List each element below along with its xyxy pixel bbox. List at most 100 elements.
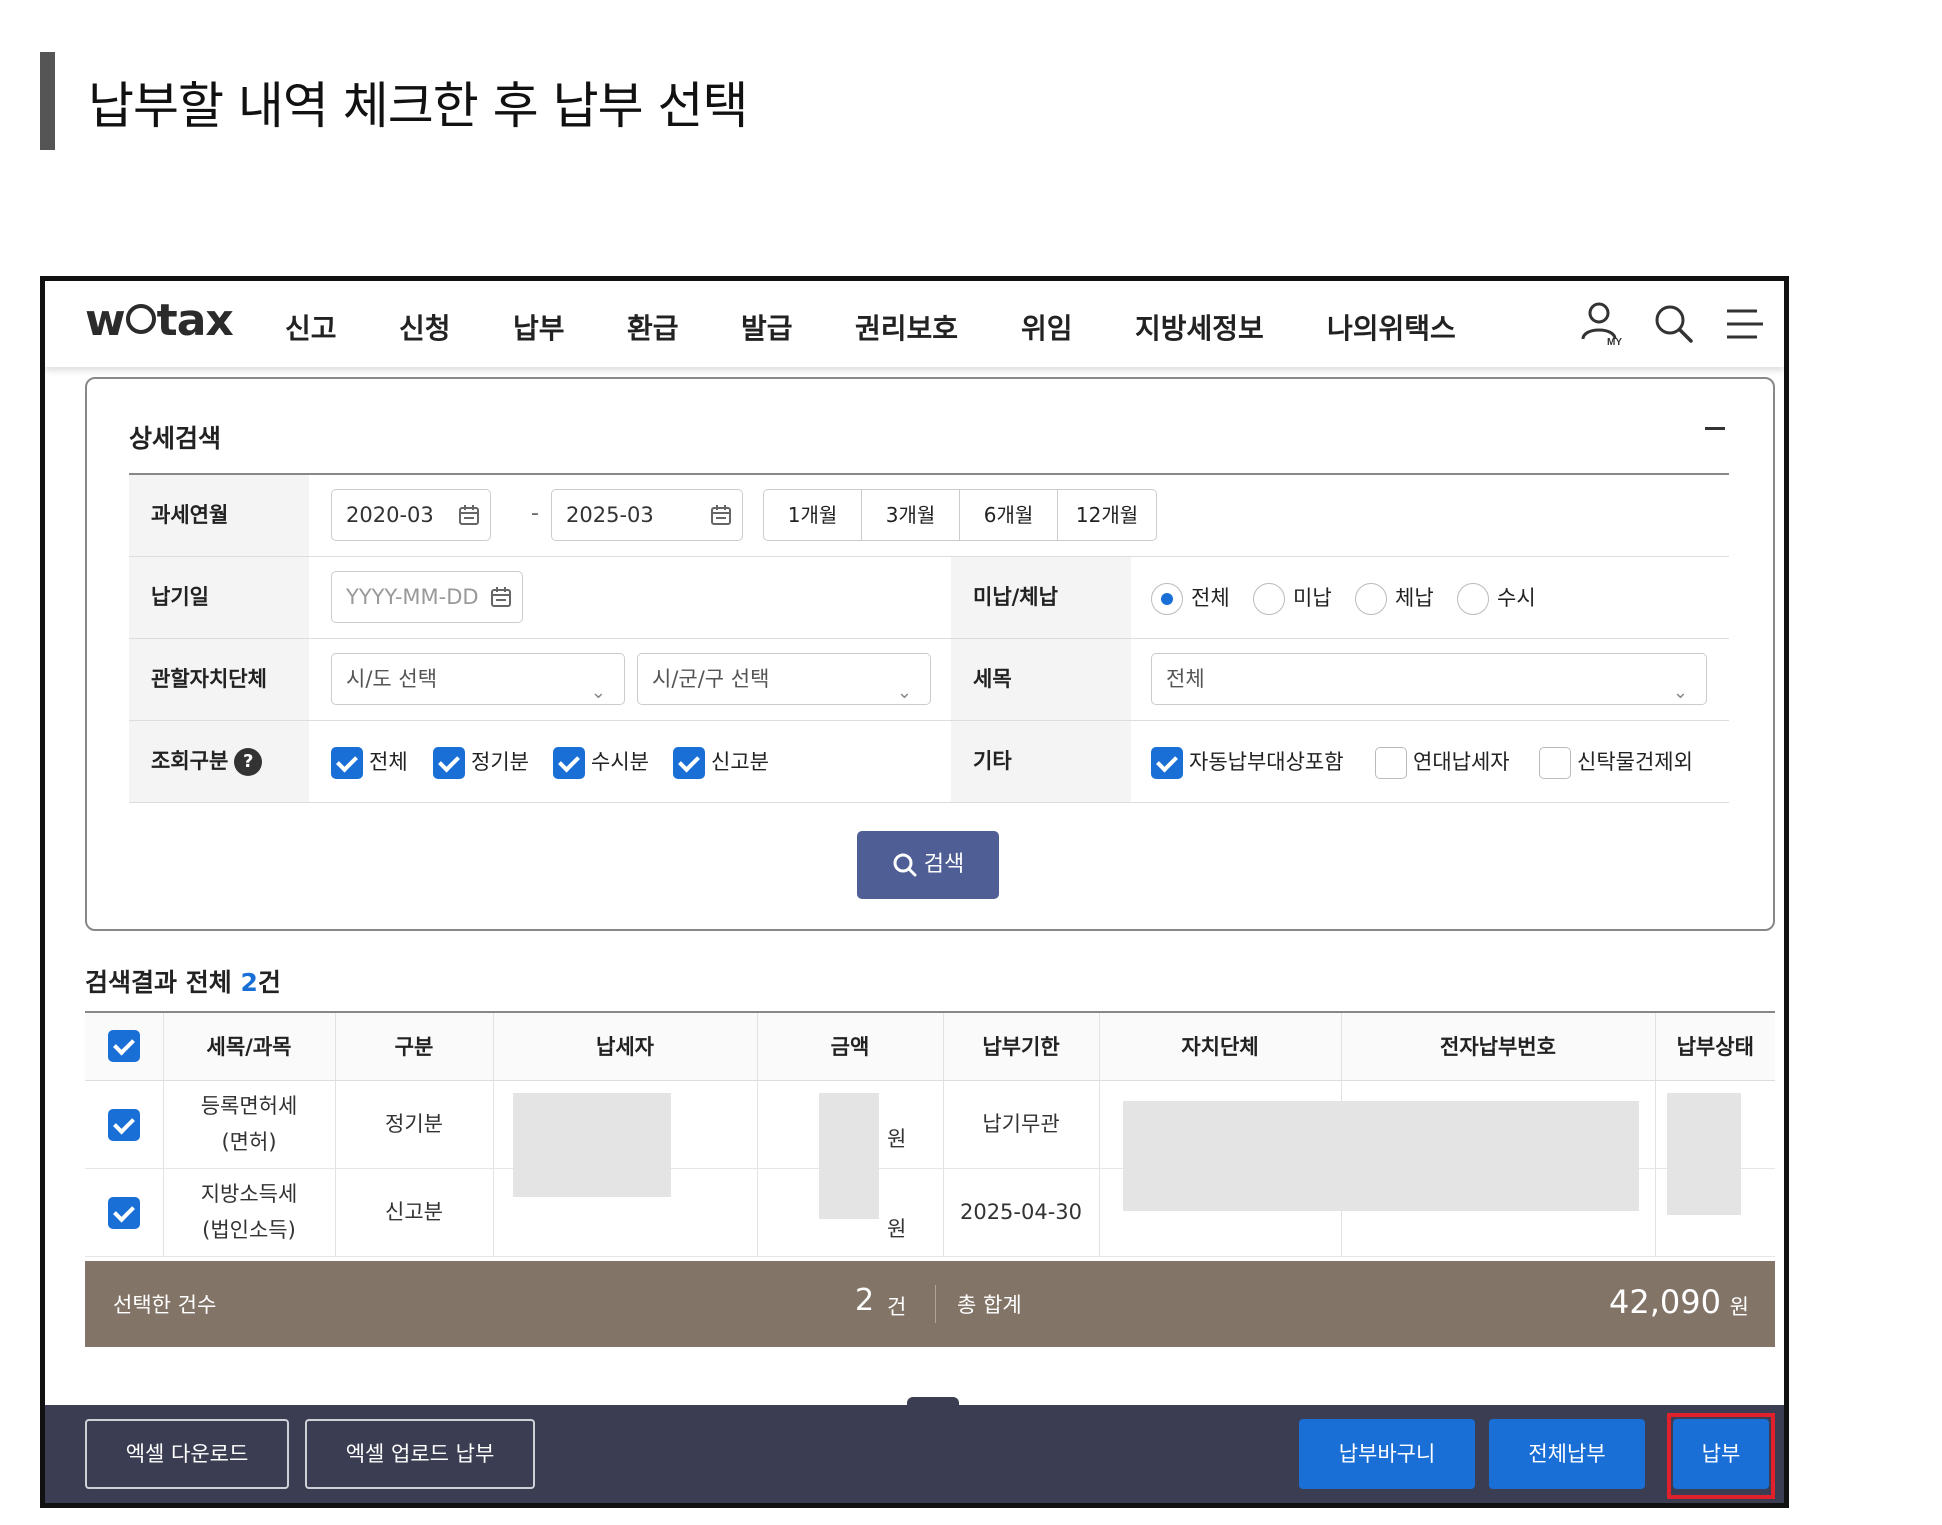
checkbox-regular-label: 정기분	[471, 750, 529, 774]
period-preset-group: 1개월 3개월 6개월 12개월	[763, 489, 1157, 541]
radio-icon[interactable]	[1355, 583, 1387, 615]
radio-all[interactable]: 전체	[1151, 581, 1230, 615]
row-checkbox[interactable]	[107, 1109, 140, 1141]
search-icon[interactable]	[1649, 299, 1699, 349]
due-date-input[interactable]: YYYY-MM-DD	[331, 571, 523, 623]
tax-item-cell: 등록면허세 (면허)	[163, 1080, 336, 1169]
checkbox-checked-icon[interactable]	[331, 747, 363, 779]
tax-item-select-value: 전체	[1166, 667, 1205, 691]
select-all-cell	[85, 1011, 164, 1081]
radio-overdue[interactable]: 체납	[1355, 581, 1434, 615]
my-user-icon[interactable]: MY	[1577, 299, 1627, 349]
checkbox-checked-icon[interactable]	[433, 747, 465, 779]
checkbox-joint-taxpayer-label: 연대납세자	[1413, 750, 1510, 774]
tax-item-select[interactable]: 전체 ⌄	[1151, 653, 1707, 705]
sigungu-select-value: 시/군/구 선택	[652, 667, 770, 691]
checkbox-auto-pay[interactable]: 자동납부대상포함	[1151, 745, 1344, 779]
tax-period-from-input[interactable]: 2020-03	[331, 489, 491, 541]
label-tax-item: 세목	[951, 639, 1131, 720]
checkbox-all[interactable]: 전체	[331, 745, 408, 779]
checkbox-all-label: 전체	[369, 750, 408, 774]
payment-cart-button[interactable]: 납부바구니	[1299, 1419, 1475, 1489]
nav-item-pay[interactable]: 납부	[513, 307, 565, 347]
nav-item-delegate[interactable]: 위임	[1021, 307, 1073, 347]
nav-item-report[interactable]: 신고	[285, 307, 337, 347]
checkbox-checked-icon[interactable]	[553, 747, 585, 779]
checkbox-joint-taxpayer[interactable]: 연대납세자	[1375, 745, 1510, 779]
redacted-agency-and-number	[1123, 1101, 1639, 1211]
search-button-label: 검색	[923, 852, 965, 877]
calendar-icon[interactable]	[490, 586, 512, 608]
top-nav: w tax 신고 신청 납부 환급 발급 권리보호 위임 지방세정보 나의위택스 …	[45, 281, 1784, 367]
screenshot-frame: w tax 신고 신청 납부 환급 발급 권리보호 위임 지방세정보 나의위택스 …	[40, 276, 1789, 1508]
search-button[interactable]: 검색	[857, 831, 999, 899]
total-label: 총 합계	[957, 1293, 1022, 1317]
sido-select-value: 시/도 선택	[346, 667, 438, 691]
calendar-icon[interactable]	[458, 504, 480, 526]
pay-button-highlight	[1667, 1413, 1775, 1499]
select-all-checkbox[interactable]	[107, 1030, 140, 1063]
radio-unpaid[interactable]: 미납	[1253, 581, 1332, 615]
type-cell: 신고분	[335, 1168, 494, 1257]
excel-upload-pay-button[interactable]: 엑셀 업로드 납부	[305, 1419, 535, 1489]
tax-item-cell: 지방소득세 (법인소득)	[163, 1168, 336, 1257]
selected-count-label: 선택한 건수	[113, 1293, 217, 1317]
table-header-row: 세목/과목 구분 납세자 금액 납부기한 자치단체 전자납부번호 납부상태	[85, 1011, 1775, 1081]
radio-icon[interactable]	[1253, 583, 1285, 615]
tax-period-to-input[interactable]: 2025-03	[551, 489, 743, 541]
checkbox-unchecked-icon[interactable]	[1539, 747, 1571, 779]
redacted-amount	[819, 1093, 879, 1219]
preset-12-month-button[interactable]: 12개월	[1058, 490, 1156, 540]
checkbox-reported-label: 신고분	[711, 750, 769, 774]
form-row-due-date: 납기일 YYYY-MM-DD 미납/체납 전체 미납 체납 수시	[129, 557, 1729, 639]
col-local-government: 자치단체	[1099, 1011, 1342, 1081]
nav-item-refund[interactable]: 환급	[627, 307, 679, 347]
nav-item-apply[interactable]: 신청	[399, 307, 451, 347]
calendar-icon[interactable]	[710, 504, 732, 526]
preset-1-month-button[interactable]: 1개월	[764, 490, 862, 540]
nav-item-my-wetax[interactable]: 나의위택스	[1327, 307, 1456, 347]
nav-item-issue[interactable]: 발급	[741, 307, 793, 347]
radio-occasional[interactable]: 수시	[1457, 581, 1536, 615]
tax-period-to-value: 2025-03	[566, 503, 654, 527]
sigungu-select[interactable]: 시/군/구 선택 ⌄	[637, 653, 931, 705]
panel-title: 상세검색	[129, 424, 222, 453]
total-amount: 42,090	[1609, 1283, 1721, 1321]
excel-download-button[interactable]: 엑셀 다운로드	[85, 1419, 289, 1489]
tax-item-name: 등록면허세	[200, 1094, 298, 1118]
hamburger-menu-icon[interactable]	[1721, 299, 1771, 349]
selection-summary-bar: 선택한 건수 2 건 총 합계 42,090 원	[85, 1261, 1775, 1347]
checkbox-occasional[interactable]: 수시분	[553, 745, 649, 779]
checkbox-exclude-trust[interactable]: 신탁물건제외	[1539, 745, 1693, 779]
row-checkbox[interactable]	[107, 1197, 140, 1229]
tax-item-sub: (법인소득)	[202, 1218, 296, 1242]
label-query-type-text: 조회구분	[151, 749, 229, 773]
radio-selected-icon[interactable]	[1151, 583, 1183, 615]
bottom-action-bar: 엑셀 다운로드 엑셀 업로드 납부 납부바구니 전체납부 납부	[45, 1405, 1784, 1503]
logo[interactable]: w tax	[85, 295, 234, 346]
due-date-placeholder: YYYY-MM-DD	[346, 585, 479, 609]
row-checkbox-cell	[85, 1080, 164, 1169]
checkbox-reported[interactable]: 신고분	[673, 745, 769, 779]
nav-item-localtax-info[interactable]: 지방세정보	[1135, 307, 1264, 347]
chevron-down-icon: ⌄	[896, 682, 912, 703]
nav-item-rights[interactable]: 권리보호	[855, 307, 958, 347]
preset-6-month-button[interactable]: 6개월	[960, 490, 1058, 540]
checkbox-regular[interactable]: 정기분	[433, 745, 529, 779]
search-icon	[893, 853, 917, 877]
pay-all-button[interactable]: 전체납부	[1489, 1419, 1645, 1489]
amount-unit: 원	[887, 1217, 907, 1241]
logo-text-start: w	[85, 295, 126, 346]
col-due-date: 납부기한	[943, 1011, 1100, 1081]
checkbox-checked-icon[interactable]	[1151, 747, 1183, 779]
checkbox-occasional-label: 수시분	[591, 750, 649, 774]
radio-icon[interactable]	[1457, 583, 1489, 615]
preset-3-month-button[interactable]: 3개월	[862, 490, 960, 540]
checkbox-checked-icon[interactable]	[673, 747, 705, 779]
amount-unit: 원	[887, 1127, 907, 1151]
checkbox-unchecked-icon[interactable]	[1375, 747, 1407, 779]
label-etc: 기타	[951, 721, 1131, 802]
help-icon[interactable]: ?	[234, 748, 263, 776]
collapse-icon[interactable]	[1705, 427, 1725, 430]
sido-select[interactable]: 시/도 선택 ⌄	[331, 653, 625, 705]
